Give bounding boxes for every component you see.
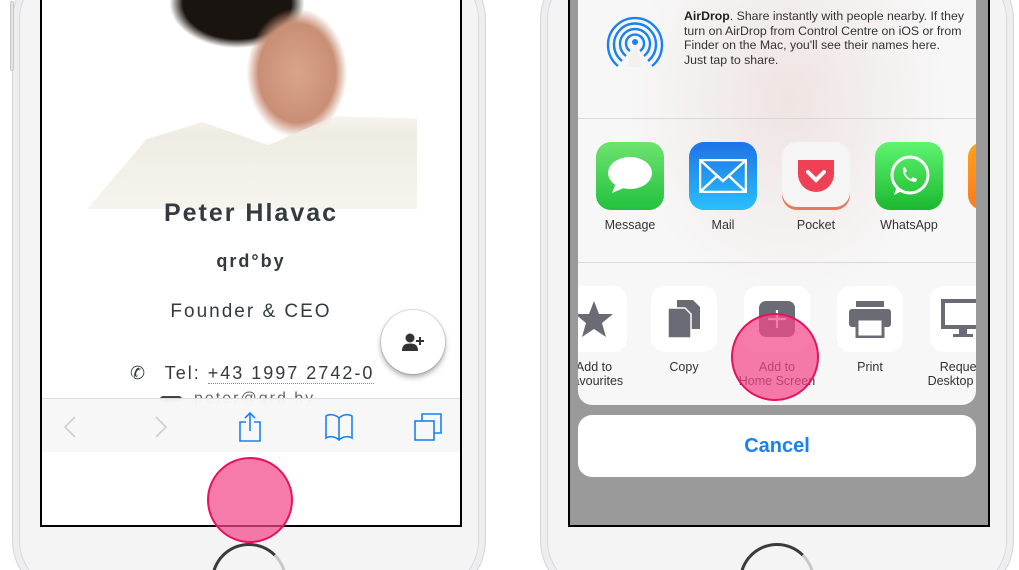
phone-icon: ✆ — [130, 363, 148, 383]
home-button[interactable] — [211, 543, 287, 570]
profile-name: Peter Hlavac — [163, 199, 339, 227]
action-label: Copy — [669, 360, 699, 374]
whatsapp-icon — [890, 155, 930, 195]
share-app-label: WhatsApp — [880, 218, 938, 232]
screen-left: Peter Hlavac qrd°by Founder & CEO ✆ Tel:… — [40, 0, 462, 527]
action-request-desktop-site[interactable]: Request Desktop Site — [923, 286, 976, 388]
print-icon — [849, 301, 891, 338]
screen-right: AirDrop. Share instantly with people nea… — [568, 0, 990, 527]
share-button[interactable] — [230, 407, 270, 447]
tap-highlight-share — [207, 457, 293, 543]
phone-frame-right: AirDrop. Share instantly with people nea… — [540, 0, 1014, 570]
airdrop-description: AirDrop. Share instantly with people nea… — [684, 9, 965, 67]
action-copy[interactable]: Copy — [644, 286, 724, 374]
star-icon — [578, 301, 613, 337]
action-add-to-favourites[interactable]: Add to Favourites — [578, 286, 634, 388]
add-contact-button[interactable] — [381, 310, 445, 374]
airdrop-section: AirDrop. Share instantly with people nea… — [578, 0, 976, 119]
forward-button[interactable] — [141, 407, 181, 447]
home-button[interactable] — [739, 543, 815, 570]
mail-icon — [699, 159, 747, 193]
share-app-label: Mail — [711, 218, 735, 232]
action-label: Print — [857, 360, 883, 374]
message-icon — [608, 157, 652, 193]
tap-highlight-add-to-home-screen — [731, 313, 819, 401]
telephone-row: ✆ Tel: +43 1997 2742-0 — [130, 363, 375, 384]
cancel-button[interactable]: Cancel — [578, 415, 976, 477]
tutorial-composite: Peter Hlavac qrd°by Founder & CEO ✆ Tel:… — [0, 0, 1019, 570]
back-button[interactable] — [50, 407, 90, 447]
airdrop-icon — [606, 16, 664, 67]
copy-icon — [667, 300, 700, 339]
book-icon — [325, 413, 353, 441]
share-app-label: Message — [604, 218, 656, 232]
action-label: Add to Favourites — [578, 360, 624, 388]
share-app-whatsapp[interactable]: WhatsApp — [869, 142, 949, 232]
action-print[interactable]: Print — [830, 286, 910, 374]
pocket-icon — [798, 160, 834, 192]
profile-company: qrd°by — [216, 251, 286, 271]
tabs-button[interactable] — [408, 407, 448, 447]
desktop-icon — [941, 299, 976, 337]
tabs-icon — [414, 413, 442, 441]
share-icon — [239, 412, 261, 442]
bookmarks-button[interactable] — [319, 407, 359, 447]
share-app-label: Pocket — [796, 218, 836, 232]
app-icon-partial — [968, 142, 976, 210]
airdrop-title: AirDrop — [684, 9, 730, 23]
chevron-right-icon — [155, 416, 168, 438]
share-apps-row: Message Mail Pocket WhatsApp — [578, 120, 976, 263]
share-app-message[interactable]: Message — [590, 142, 670, 232]
action-label: Request Desktop Site — [927, 360, 976, 388]
share-app-pocket[interactable]: Pocket — [776, 142, 856, 232]
tel-number-link[interactable]: +43 1997 2742-0 — [207, 363, 375, 384]
share-app-mail[interactable]: Mail — [683, 142, 763, 232]
add-person-icon — [402, 333, 424, 351]
safari-toolbar — [42, 398, 460, 452]
chevron-left-icon — [63, 416, 76, 438]
share-app-label: S t — [962, 218, 976, 246]
side-button — [10, 1, 14, 71]
share-app-partial[interactable]: S t — [962, 142, 976, 246]
tel-label: Tel: — [164, 363, 201, 383]
